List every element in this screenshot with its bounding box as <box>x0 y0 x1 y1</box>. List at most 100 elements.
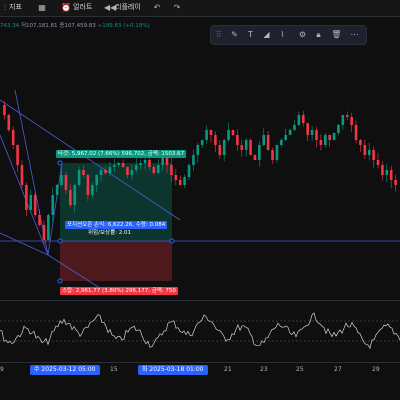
indicators-label: 지표 <box>9 3 22 11</box>
candle-body <box>341 115 345 125</box>
candle-body <box>60 175 63 185</box>
candle-body <box>280 140 283 145</box>
time-badge-right: 화 2025-03-18 01:00 <box>138 365 208 375</box>
candle-body <box>240 145 244 150</box>
oscillator-pane[interactable] <box>0 300 400 361</box>
candle-body <box>86 175 90 195</box>
candle-body <box>178 180 182 185</box>
trash-icon[interactable]: 🗑︎ <box>331 29 342 40</box>
brush-icon[interactable]: ⌇ <box>277 29 288 40</box>
candle-body <box>134 165 138 170</box>
xtick: 29 <box>372 366 380 373</box>
undo-icon[interactable]: ↶ <box>152 3 162 13</box>
candle-body <box>51 195 55 215</box>
candle-body <box>389 170 393 180</box>
candle-body <box>25 185 28 210</box>
handle-stop[interactable] <box>57 278 63 284</box>
drawing-toolbar: ⠿ ✎ T ◢ ⌇ ⚙ 🔒︎ 🗑︎ ⋯ <box>210 25 367 45</box>
stop-loss-label[interactable]: 스탑: 2,961.77 (3.80%) 296,177, 금액: 750 <box>60 287 178 295</box>
candle-body <box>306 123 309 135</box>
candle-body <box>262 135 266 145</box>
candle-body <box>236 135 239 145</box>
candle-body <box>174 175 178 180</box>
handle-top-left[interactable] <box>57 160 63 166</box>
candle-body <box>152 167 156 173</box>
candle-body <box>69 190 72 205</box>
alerts-label: 얼러트 <box>73 3 93 11</box>
candle-body <box>42 225 46 240</box>
candle-body <box>244 140 248 150</box>
candle-body <box>367 150 371 155</box>
candle-body <box>222 140 226 155</box>
candle-body <box>104 170 107 173</box>
candle-body <box>258 145 261 160</box>
grid-icon[interactable]: ▦ <box>37 3 47 13</box>
oscillator-line <box>0 312 400 349</box>
candle-body <box>11 130 15 145</box>
bottom-area <box>0 376 400 400</box>
replay-label: 리플레이 <box>115 3 141 11</box>
candle-body <box>99 170 103 175</box>
drag-handle-icon[interactable]: ⠿ <box>213 29 224 40</box>
price-close: 종107,459.83 <box>59 23 96 29</box>
candle-body <box>214 135 217 145</box>
alerts-button[interactable]: 얼러트 <box>73 2 92 12</box>
settings-icon[interactable]: ⚙ <box>297 29 308 40</box>
candle-body <box>288 130 292 135</box>
candle-body <box>350 117 353 125</box>
candle-body <box>156 165 160 173</box>
handle-entry-right[interactable] <box>169 238 175 244</box>
candle-body <box>16 145 19 165</box>
candle-body <box>7 115 11 130</box>
lock-icon[interactable]: 🔒︎ <box>313 29 324 40</box>
candle-body <box>148 160 151 167</box>
handle-entry-left[interactable] <box>57 238 63 244</box>
candle-body <box>205 130 208 140</box>
loss-zone[interactable] <box>60 241 172 281</box>
time-badge-left: 수 2025-03-12 05:00 <box>30 365 100 375</box>
price-prefix: 743.34 <box>0 23 20 29</box>
text-icon[interactable]: T <box>245 29 256 40</box>
candle-body <box>227 130 230 140</box>
indicators-button[interactable]: 지표 <box>9 2 22 12</box>
price-chart[interactable] <box>0 45 400 300</box>
candle-body <box>117 163 120 165</box>
trendline-left[interactable] <box>0 134 49 256</box>
price-low: 저107,181.81 <box>21 23 58 29</box>
candle-body <box>91 185 94 195</box>
candle-body <box>372 150 375 160</box>
replay-icon[interactable]: ◀◀ <box>104 3 116 13</box>
candle-body <box>301 115 305 123</box>
top-toolbar: ⫶ 지표 ▦ ⏰ 얼러트 ◀◀ 리플레이 ↶ ↷ <box>0 0 400 17</box>
more-icon[interactable]: ⋯ <box>349 29 360 40</box>
take-profit-label[interactable]: 타겟: 5,967.02 (7.66%) 596,702, 금액: 1503.6… <box>56 150 187 158</box>
candle-body <box>29 195 33 210</box>
xtick: 9 <box>0 366 4 373</box>
candle-body <box>143 160 147 163</box>
candle-body <box>55 185 59 195</box>
paint-bucket-icon[interactable]: ◢ <box>261 29 272 40</box>
redo-icon[interactable]: ↷ <box>172 3 182 13</box>
candle-body <box>165 157 169 165</box>
price-summary: 743.34 저107,181.81 종107,459.83 +199.83 (… <box>0 21 150 29</box>
candle-body <box>112 165 116 167</box>
candle-body <box>319 140 323 145</box>
pencil-icon[interactable]: ✎ <box>229 29 240 40</box>
xtick: 21 <box>224 366 232 373</box>
xtick: 15 <box>110 366 118 373</box>
candle-body <box>337 125 340 133</box>
candle-body <box>161 157 164 165</box>
replay-button[interactable]: 리플레이 <box>115 2 141 12</box>
candle-body <box>187 165 191 177</box>
candle-body <box>139 163 142 165</box>
candle-body <box>126 167 129 175</box>
candle-body <box>266 135 270 150</box>
entry-info-label[interactable]: 포지션오픈 손익: 6,622.26, 수량: 0.084 <box>65 221 168 229</box>
candle-body <box>359 140 362 145</box>
time-axis[interactable]: 9 수 2025-03-12 05:00 15 화 2025-03-18 01:… <box>0 362 400 377</box>
candle-body <box>354 125 358 140</box>
candle-body <box>332 133 336 140</box>
candle-body <box>95 175 99 185</box>
alert-icon[interactable]: ⏰ <box>61 3 71 13</box>
candle-body <box>394 180 397 185</box>
